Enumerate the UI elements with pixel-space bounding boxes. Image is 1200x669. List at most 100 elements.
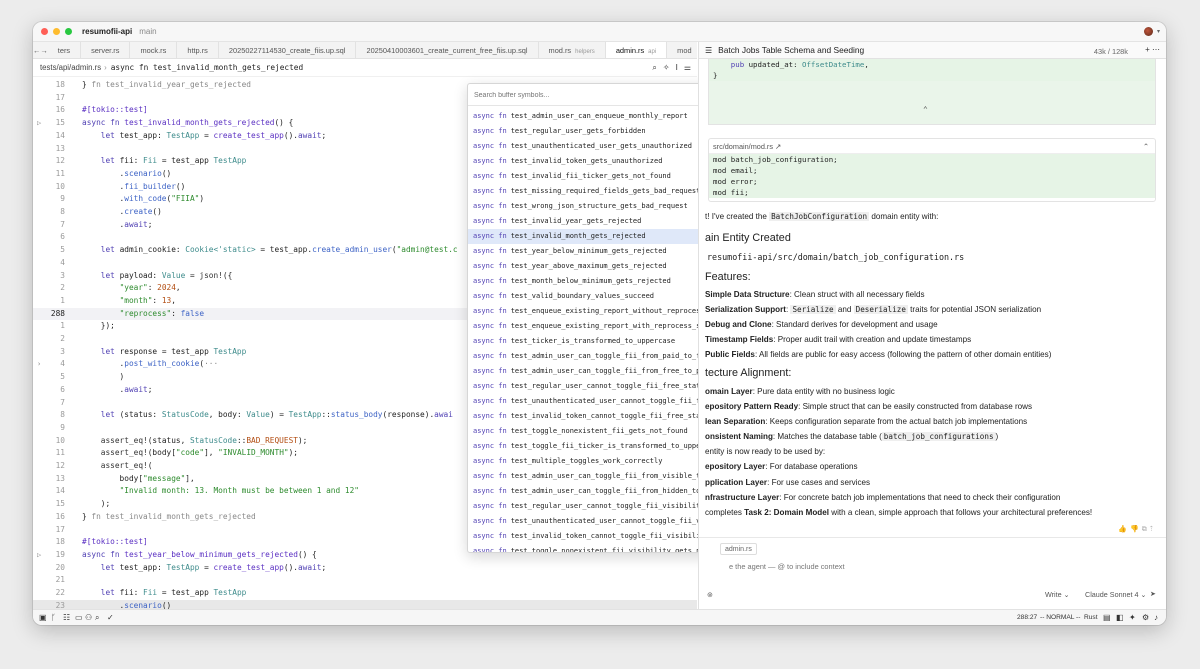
search-icon[interactable]: ⌕ <box>95 613 99 623</box>
line-number: 288 <box>50 308 65 318</box>
symbol-item[interactable]: async fn test_regular_user_cannot_toggle_… <box>468 499 732 514</box>
symbol-item[interactable]: async fn test_toggle_nonexistent_fii_gets… <box>468 424 732 439</box>
message-input[interactable] <box>729 562 1129 571</box>
symbol-item[interactable]: async fn test_regular_user_cannot_toggle_… <box>468 379 732 394</box>
check-icon[interactable]: ✓ <box>107 613 114 622</box>
symbol-item[interactable]: async fn test_year_above_maximum_gets_rej… <box>468 259 732 274</box>
mode-selector[interactable]: Write ⌄ <box>1045 590 1070 599</box>
scroll-top-icon[interactable]: ⇡ <box>1150 526 1156 533</box>
symbol-item[interactable]: async fn test_enqueue_existing_report_wit… <box>468 304 732 319</box>
symbol-item[interactable]: async fn test_admin_user_can_toggle_fii_f… <box>468 349 732 364</box>
collapse-icon[interactable]: ⌃ <box>1143 139 1149 154</box>
symbol-item[interactable]: async fn test_invalid_month_gets_rejected <box>468 229 732 244</box>
bell-icon[interactable]: ♪ <box>1154 613 1158 622</box>
symbol-item[interactable]: async fn test_invalid_year_gets_rejected <box>468 214 732 229</box>
close-window-button[interactable] <box>41 28 48 35</box>
symbol-item[interactable]: async fn test_invalid_token_cannot_toggle… <box>468 529 732 544</box>
search-icon[interactable]: ⌕ <box>652 63 656 73</box>
language-mode[interactable]: Rust <box>1084 614 1098 621</box>
symbol-item[interactable]: async fn test_month_below_minimum_gets_re… <box>468 274 732 289</box>
context-chip[interactable]: admin.rs <box>720 543 757 555</box>
chat-line: completes Task 2: Domain Model with a cl… <box>705 508 1093 517</box>
assist-icon[interactable]: ✧ <box>663 63 670 73</box>
symbol-item[interactable]: async fn test_admin_user_can_toggle_fii_f… <box>468 364 732 379</box>
notification-icon[interactable]: ▤ <box>1103 613 1111 622</box>
collapse-icon[interactable]: ⌃ <box>923 105 928 114</box>
symbol-item[interactable]: async fn test_admin_user_can_toggle_fii_f… <box>468 469 732 484</box>
tab-mock-rs[interactable]: mock.rs <box>130 42 178 58</box>
symbol-search-input[interactable] <box>468 87 732 105</box>
symbol-item[interactable]: async fn test_invalid_token_cannot_toggle… <box>468 409 732 424</box>
menu-icon[interactable]: ☰ <box>705 46 712 55</box>
terminal-icon[interactable]: ▭ <box>75 613 83 622</box>
plus-icon[interactable]: + <box>1145 45 1150 54</box>
forward-arrow-icon[interactable]: → <box>40 46 47 55</box>
project-name[interactable]: resumofii-api <box>82 27 132 36</box>
symbol-item[interactable]: async fn test_invalid_fii_ticker_gets_not… <box>468 169 732 184</box>
tab-mod[interactable]: mod <box>667 42 697 58</box>
minimize-window-button[interactable] <box>53 28 60 35</box>
symbol-item[interactable]: async fn test_ticker_is_transformed_to_up… <box>468 334 732 349</box>
copy-icon[interactable]: ⧉ <box>1142 526 1150 533</box>
symbol-item[interactable]: async fn test_missing_required_fields_get… <box>468 184 732 199</box>
line-number: 5 <box>60 245 65 255</box>
symbol-item[interactable]: async fn test_invalid_token_gets_unauthor… <box>468 154 732 169</box>
thread-title[interactable]: Batch Jobs Table Schema and Seeding <box>718 45 864 55</box>
code-line[interactable]: 23 .scenario() <box>33 599 697 609</box>
code-line[interactable]: 20 let test_app: TestApp = create_test_a… <box>33 562 697 575</box>
diff-file-name[interactable]: src/domain/mod.rs <box>713 142 773 151</box>
cursor-position[interactable]: 288:27 <box>1017 614 1037 621</box>
line-number: 15 <box>55 499 65 509</box>
branch-name[interactable]: main <box>139 27 156 36</box>
symbol-item[interactable]: async fn test_regular_user_gets_forbidden <box>468 124 732 139</box>
diff-header[interactable]: src/domain/mod.rs ↗ ⌃ <box>709 139 1155 154</box>
symbol-item[interactable]: async fn test_toggle_nonexistent_fii_visi… <box>468 544 732 552</box>
tab-20250410003601-create-current-free-fiis-up-sql[interactable]: 20250410003601_create_current_free_fiis.… <box>356 42 539 58</box>
symbol-item[interactable]: async fn test_admin_user_can_toggle_fii_f… <box>468 484 732 499</box>
git-branch-icon[interactable]: ᚴ <box>51 613 56 622</box>
tab-20250227114530-create-fiis-up-sql[interactable]: 20250227114530_create_fiis.up.sql <box>219 42 357 58</box>
symbol-item[interactable]: async fn test_unauthenticated_user_cannot… <box>468 394 732 409</box>
tab-server-rs[interactable]: server.rs <box>81 42 131 58</box>
chevron-down-icon[interactable]: ▾ <box>1157 28 1160 35</box>
symbol-item[interactable]: async fn test_admin_user_can_enqueue_mont… <box>468 109 732 124</box>
tab-admin-rs[interactable]: admin.rs api <box>605 42 668 58</box>
thumbs-down-icon[interactable]: 👎 <box>1130 526 1142 533</box>
send-icon[interactable]: ➤ <box>1150 589 1156 598</box>
back-arrow-icon[interactable]: ← <box>33 46 40 55</box>
code-line[interactable]: 21 <box>33 574 697 587</box>
symbol-item[interactable]: async fn test_unauthenticated_user_gets_u… <box>468 139 732 154</box>
symbol-item[interactable]: async fn test_unauthenticated_user_cannot… <box>468 514 732 529</box>
settings-icon[interactable]: ⚌ <box>684 63 691 73</box>
symbol-name: test_invalid_fii_ticker_gets_not_found <box>510 172 671 180</box>
cursor-icon[interactable]: I <box>676 63 678 73</box>
model-selector[interactable]: Claude Sonnet 4 ⌄ <box>1085 590 1147 599</box>
more-icon[interactable]: ⋯ <box>1152 45 1160 54</box>
symbol-item[interactable]: async fn test_toggle_fii_ticker_is_transf… <box>468 439 732 454</box>
thumbs-up-icon[interactable]: 👍 <box>1118 526 1130 533</box>
symbol-item[interactable]: async fn test_valid_boundary_values_succe… <box>468 289 732 304</box>
tab-label: admin.rs <box>615 45 645 55</box>
ai-icon[interactable]: ✦ <box>1129 613 1136 622</box>
tab-http-rs[interactable]: http.rs <box>177 42 219 58</box>
symbol-name: test_admin_user_can_toggle_fii_from_free… <box>510 367 714 375</box>
attach-icon[interactable]: ⊚ <box>707 590 713 599</box>
code-line[interactable]: 22 let fii: Fii = test_app TestApp <box>33 587 697 600</box>
tab-mod-rs[interactable]: mod.rs helpers <box>539 42 606 58</box>
open-file-icon[interactable]: ↗ <box>775 142 781 151</box>
symbol-item[interactable]: async fn test_multiple_toggles_work_corre… <box>468 454 732 469</box>
breadcrumb-symbol[interactable]: async fn test_invalid_month_gets_rejecte… <box>111 63 303 72</box>
assistant-icon[interactable]: ⚙ <box>1142 613 1149 622</box>
symbol-item[interactable]: async fn test_enqueue_existing_report_wit… <box>468 319 732 334</box>
panel-icon[interactable]: ◧ <box>1116 613 1124 622</box>
debug-icon[interactable]: ⚇ <box>85 613 92 622</box>
symbol-item[interactable]: async fn test_year_below_minimum_gets_rej… <box>468 244 732 259</box>
maximize-window-button[interactable] <box>65 28 72 35</box>
breadcrumb-path[interactable]: tests/api/admin.rs <box>40 63 101 72</box>
symbol-item[interactable]: async fn test_wrong_json_structure_gets_b… <box>468 199 732 214</box>
symbol-kind: async fn <box>473 202 507 210</box>
panel-left-icon[interactable]: ▣ <box>39 613 47 622</box>
outline-icon[interactable]: ☷ <box>63 613 70 622</box>
tab-ters[interactable]: ters <box>48 42 82 58</box>
avatar[interactable] <box>1143 27 1153 36</box>
